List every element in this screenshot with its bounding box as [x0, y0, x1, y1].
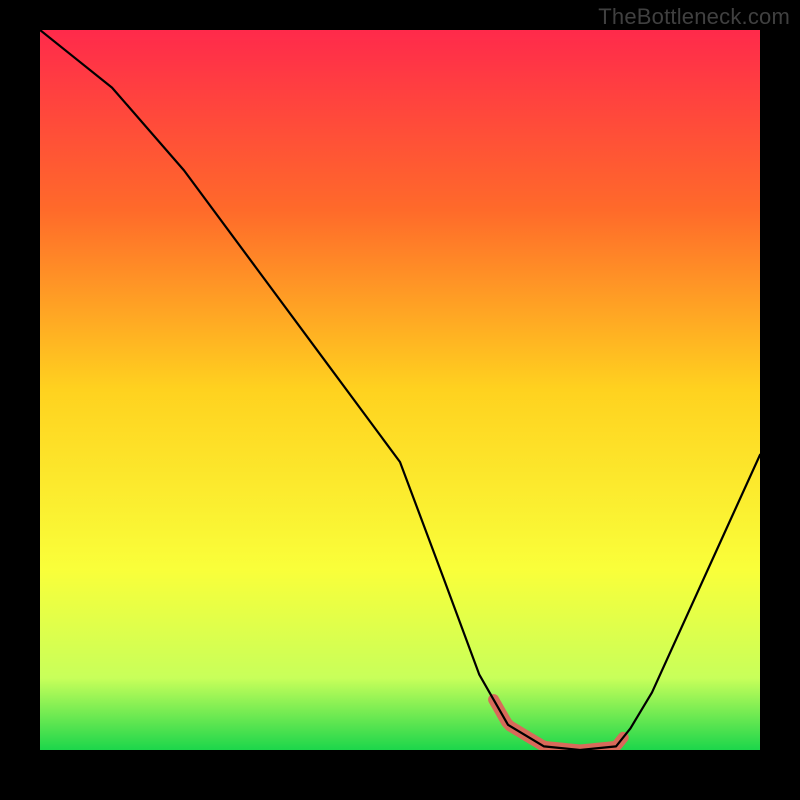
chart-container: TheBottleneck.com [0, 0, 800, 800]
watermark-label: TheBottleneck.com [598, 4, 790, 30]
gradient-background [40, 30, 760, 750]
plot-area [40, 30, 760, 750]
chart-svg [40, 30, 760, 750]
